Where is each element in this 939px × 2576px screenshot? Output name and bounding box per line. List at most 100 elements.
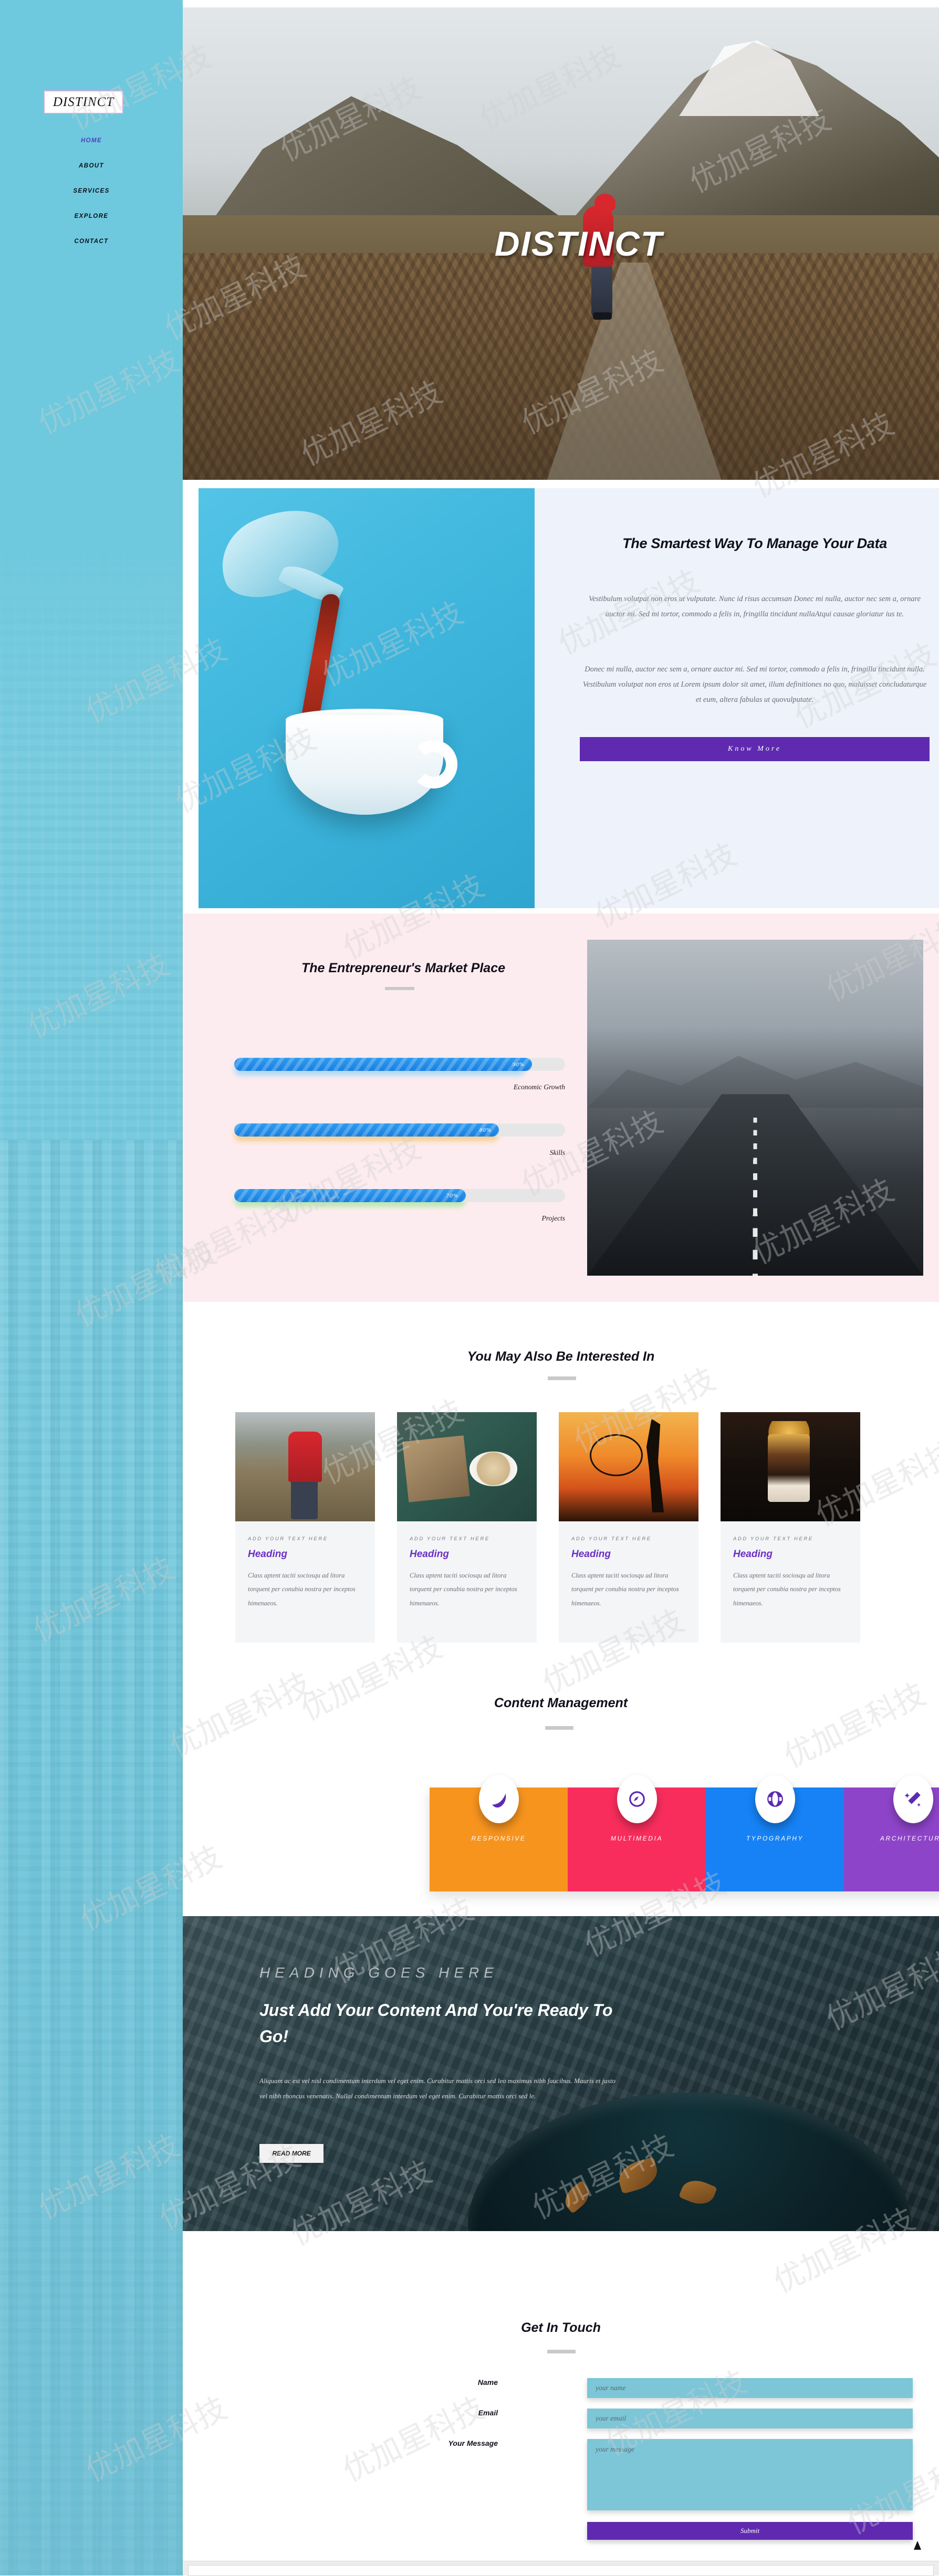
site-logo[interactable]: DISTINCT xyxy=(44,90,123,114)
footer-strip xyxy=(183,2561,939,2576)
sidebar-item-services-label: SERVICES xyxy=(73,188,110,194)
site-logo-text: DISTINCT xyxy=(53,94,114,109)
interested-card-kicker: ADD YOUR TEXT HERE xyxy=(248,1536,328,1542)
sidebar: DISTINCT HOME ABOUT SERVICES EXPLORE CON… xyxy=(0,0,183,2575)
sidebar-item-about-label: ABOUT xyxy=(79,163,104,169)
submit-button[interactable]: Submit xyxy=(587,2522,913,2540)
sidebar-item-contact[interactable]: CONTACT xyxy=(0,238,183,245)
interested-card-body: ADD YOUR TEXT HERE Heading Class aptent … xyxy=(397,1521,537,1643)
globe-icon xyxy=(755,1775,795,1823)
read-more-button[interactable]: READ MORE xyxy=(259,2144,324,2163)
sidebar-item-explore-label: EXPLORE xyxy=(74,213,109,219)
sidebar-item-home[interactable]: HOME xyxy=(0,138,183,144)
interested-card-heading: Heading xyxy=(410,1549,449,1560)
interested-heading: You May Also Be Interested In xyxy=(467,1349,655,1364)
progress-value-economic-growth: 90% xyxy=(512,1061,525,1068)
interested-card-kicker: ADD YOUR TEXT HERE xyxy=(571,1536,652,1542)
message-label: Your Message xyxy=(448,2439,498,2447)
progress-label-projects: Projects xyxy=(541,1214,566,1222)
progress-label-economic-growth: Economic Growth xyxy=(513,1083,565,1091)
interested-heading-divider xyxy=(548,1376,576,1380)
content-management-tile-list: RESPONSIVE MULTIMEDIA TYPOGRAPHY ARCHITECTU… xyxy=(430,1775,939,1891)
content-management-section: Content Management RESPONSIVE MULTIMEDIA T… xyxy=(183,1690,939,1916)
interested-card-body: ADD YOUR TEXT HERE Heading Class aptent … xyxy=(235,1521,375,1643)
interested-card-heading: Heading xyxy=(248,1549,287,1560)
interested-section: You May Also Be Interested In ADD YOUR T… xyxy=(183,1302,939,1690)
hero-title: DISTINCT xyxy=(494,224,663,263)
content-tile-architecture[interactable]: ARCHITECTURE xyxy=(844,1775,939,1891)
message-textarea[interactable] xyxy=(587,2439,913,2510)
interested-card-text: Class aptent taciti sociosqu ad litora t… xyxy=(733,1572,841,1607)
email-label: Email xyxy=(478,2409,498,2417)
contact-heading-divider xyxy=(547,2350,576,2353)
dessert-photo xyxy=(721,1412,860,1521)
name-label: Name xyxy=(477,2378,498,2386)
road-photo xyxy=(587,940,923,1276)
cup-handle-shape xyxy=(410,740,458,788)
content-management-heading-divider xyxy=(545,1726,573,1730)
interested-card-text: Class aptent taciti sociosqu ad litora t… xyxy=(248,1572,356,1607)
content-management-heading: Content Management xyxy=(494,1696,628,1710)
about-paragraph-2: Donec mi nulla, auctor nec sem a, ornare… xyxy=(582,665,927,704)
coffee-pour-photo xyxy=(199,488,535,908)
email-input[interactable] xyxy=(587,2409,913,2428)
compass-icon xyxy=(617,1775,657,1823)
page-canvas: DISTINCT The Smartest Way To Manage Your… xyxy=(183,0,939,2575)
progress-row-skills: 80% Skills xyxy=(234,1123,565,1156)
interested-card[interactable]: ADD YOUR TEXT HERE Heading Class aptent … xyxy=(559,1412,698,1643)
sidebar-item-contact-label: CONTACT xyxy=(74,238,109,245)
interested-card-list: ADD YOUR TEXT HERE Heading Class aptent … xyxy=(235,1412,892,1643)
cta-banner-section: HEADING GOES HERE Just Add Your Content … xyxy=(183,1916,939,2231)
about-heading: The Smartest Way To Manage Your Data xyxy=(622,535,887,551)
hiker-photo xyxy=(235,1412,375,1521)
name-input[interactable] xyxy=(587,2378,913,2398)
hero-banner: DISTINCT xyxy=(183,7,939,480)
interested-card-heading: Heading xyxy=(571,1549,611,1560)
mouse-cursor xyxy=(914,2541,921,2550)
magic-wand-icon xyxy=(893,1775,933,1823)
market-heading-divider xyxy=(385,987,414,990)
market-place-panel: The Entrepreneur's Market Place 90% Econ… xyxy=(199,913,939,1302)
interested-card-body: ADD YOUR TEXT HERE Heading Class aptent … xyxy=(721,1521,860,1643)
content-tile-label: RESPONSIVE xyxy=(471,1835,526,1842)
about-paragraph-1: Vestibulum volutpat non eros ut vulputat… xyxy=(588,595,921,618)
interested-card-kicker: ADD YOUR TEXT HERE xyxy=(410,1536,490,1542)
cta-kicker: HEADING GOES HERE xyxy=(259,1964,498,1981)
interested-card-kicker: ADD YOUR TEXT HERE xyxy=(733,1536,813,1542)
progress-fill-skills: 80% xyxy=(234,1123,499,1137)
progress-track-projects: 70% xyxy=(234,1189,565,1202)
progress-fill-economic-growth: 90% xyxy=(234,1058,532,1071)
sidebar-item-explore[interactable]: EXPLORE xyxy=(0,213,183,219)
progress-value-projects: 70% xyxy=(446,1192,458,1199)
progress-track-economic-growth: 90% xyxy=(234,1058,565,1071)
cta-paragraph: Aliquam ac est vel nisl condimentum inte… xyxy=(259,2077,615,2100)
content-tile-typography[interactable]: TYPOGRAPHY xyxy=(706,1775,844,1891)
interested-card[interactable]: ADD YOUR TEXT HERE Heading Class aptent … xyxy=(397,1412,537,1643)
interested-card[interactable]: ADD YOUR TEXT HERE Heading Class aptent … xyxy=(235,1412,375,1643)
cta-heading: Just Add Your Content And You're Ready T… xyxy=(259,2001,613,2046)
interested-card-heading: Heading xyxy=(733,1549,773,1560)
progress-fill-projects: 70% xyxy=(234,1189,466,1202)
sidebar-item-about[interactable]: ABOUT xyxy=(0,163,183,169)
content-tile-responsive[interactable]: RESPONSIVE xyxy=(430,1775,568,1891)
interested-card[interactable]: ADD YOUR TEXT HERE Heading Class aptent … xyxy=(721,1412,860,1643)
content-tile-label: MULTIMEDIA xyxy=(610,1835,663,1842)
market-place-section: The Entrepreneur's Market Place 90% Econ… xyxy=(183,913,939,1302)
contact-heading: Get In Touch xyxy=(521,2320,601,2335)
progress-value-skills: 80% xyxy=(479,1127,492,1133)
coffee-book-photo xyxy=(397,1412,537,1521)
interested-card-body: ADD YOUR TEXT HERE Heading Class aptent … xyxy=(559,1521,698,1643)
sunset-silhouette-photo xyxy=(559,1412,698,1521)
progress-track-skills: 80% xyxy=(234,1123,565,1137)
contact-section: Get In Touch Name Email Your Message Sub… xyxy=(183,2231,939,2546)
sidebar-cityscape-background xyxy=(0,525,183,2575)
content-tile-multimedia[interactable]: MULTIMEDIA xyxy=(568,1775,706,1891)
footer-inner-bar xyxy=(188,2565,934,2576)
progress-label-skills: Skills xyxy=(549,1149,565,1156)
content-tile-label: ARCHITECTURE xyxy=(880,1835,939,1842)
sidebar-item-services[interactable]: SERVICES xyxy=(0,188,183,194)
know-more-button[interactable]: Know More xyxy=(580,737,930,761)
about-section: The Smartest Way To Manage Your Data Ves… xyxy=(183,488,939,908)
progress-row-projects: 70% Projects xyxy=(234,1189,565,1222)
progress-row-economic-growth: 90% Economic Growth xyxy=(234,1058,565,1091)
